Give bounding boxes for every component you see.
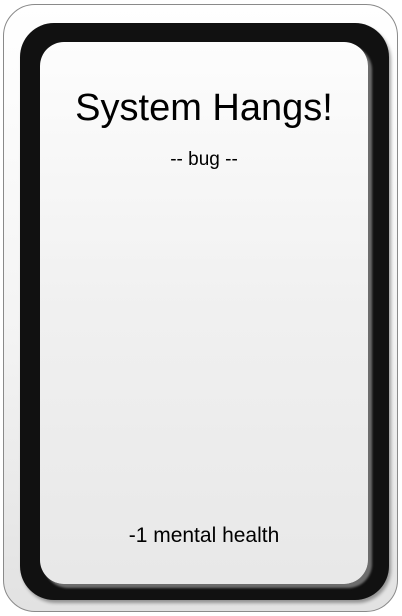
card-frame: System Hangs! -- bug -- -1 mental health	[20, 23, 389, 600]
card-title: System Hangs!	[75, 87, 333, 129]
card[interactable]: System Hangs! -- bug -- -1 mental health	[3, 4, 398, 612]
card-type-line: -- bug --	[170, 149, 238, 170]
card-effect: -1 mental health	[128, 524, 280, 547]
card-face: System Hangs! -- bug -- -1 mental health	[40, 42, 368, 584]
